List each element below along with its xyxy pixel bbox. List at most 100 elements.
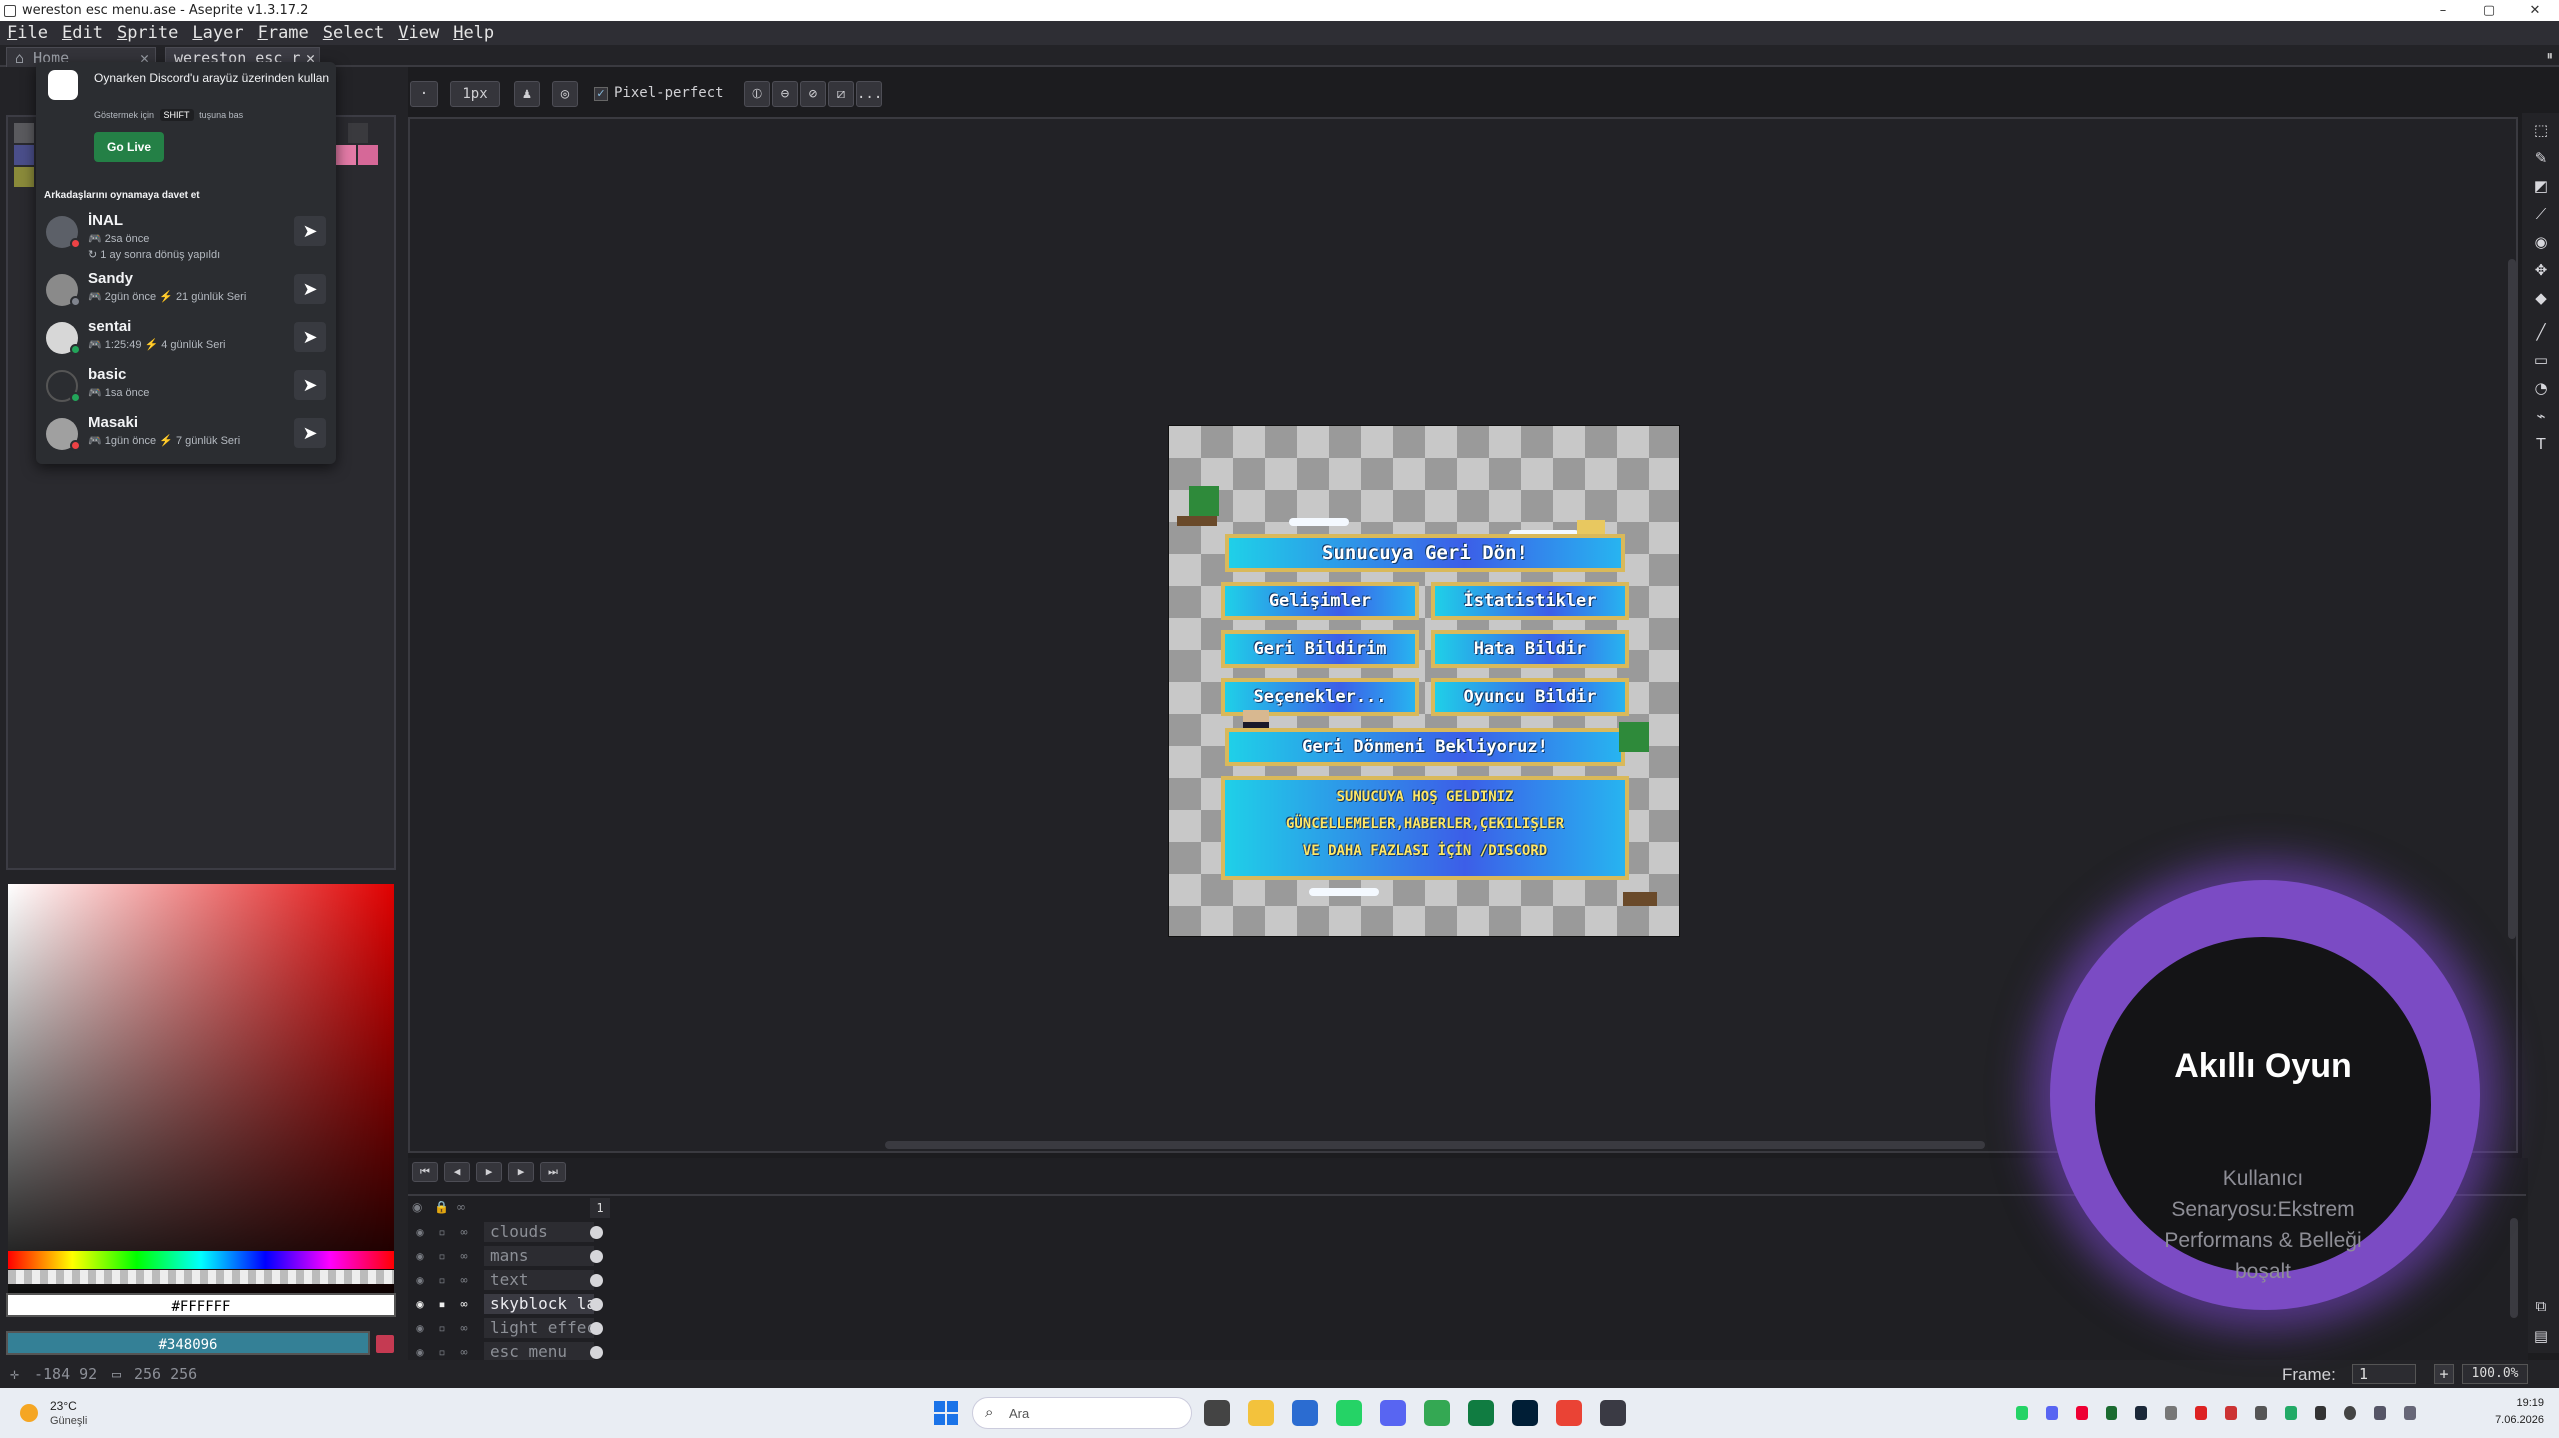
- first-frame-button[interactable]: ⏮: [412, 1162, 438, 1182]
- hue-slider[interactable]: [8, 1251, 394, 1269]
- tray-app-icon[interactable]: [2344, 1406, 2357, 1420]
- continuous-icon[interactable]: ∞: [456, 1224, 472, 1240]
- windows-start-icon[interactable]: [934, 1401, 958, 1425]
- symmetry-horizontal-icon[interactable]: ⊖: [772, 81, 798, 107]
- cel-dot[interactable]: [590, 1250, 603, 1263]
- continuous-icon[interactable]: ∞: [456, 1272, 472, 1288]
- lock-icon[interactable]: ▫: [434, 1224, 450, 1240]
- ink-icon[interactable]: ♟: [514, 81, 540, 107]
- eye-icon[interactable]: ◉: [412, 1200, 422, 1214]
- symmetry-vertical-icon[interactable]: ⦶: [744, 81, 770, 107]
- zoom-tool-icon[interactable]: ◉: [2528, 229, 2554, 255]
- palette-swatch[interactable]: [348, 123, 368, 143]
- file-explorer-icon[interactable]: [1248, 1400, 1274, 1426]
- tray-app-icon[interactable]: [2075, 1406, 2088, 1420]
- discord-icon[interactable]: [1380, 1400, 1406, 1426]
- fill-tool-icon[interactable]: ◆: [2528, 285, 2554, 311]
- task-view-icon[interactable]: [1204, 1400, 1230, 1426]
- horizontal-scrollbar[interactable]: [885, 1141, 1985, 1149]
- friend-row[interactable]: Sandy 🎮 2gün önce ⚡ 21 günlük Seri ➤: [42, 266, 330, 310]
- add-frame-icon[interactable]: +: [2434, 1364, 2454, 1384]
- eye-icon[interactable]: ◉: [412, 1248, 428, 1264]
- more-options-button[interactable]: ...: [856, 81, 882, 107]
- cel-dot[interactable]: [590, 1322, 603, 1335]
- lock-icon[interactable]: ▫: [434, 1344, 450, 1360]
- aseprite-taskbar-icon[interactable]: [1600, 1400, 1626, 1426]
- lock-icon[interactable]: ▫: [434, 1320, 450, 1336]
- brush-type-dot-icon[interactable]: ·: [410, 81, 438, 107]
- frame-input[interactable]: 1: [2352, 1364, 2416, 1384]
- timeline-scrollbar[interactable]: [2510, 1218, 2518, 1318]
- invite-arrow-icon[interactable]: ➤: [294, 322, 326, 352]
- clock-date[interactable]: 7.06.2026: [2488, 1414, 2544, 1426]
- maximize-button[interactable]: ▢: [2466, 0, 2512, 21]
- taskbar-search-box[interactable]: ⌕ Ara: [972, 1397, 1192, 1429]
- lock-icon[interactable]: 🔒: [434, 1200, 449, 1214]
- pixel-perfect-checkbox[interactable]: ✓: [594, 87, 608, 101]
- tray-nvidia-icon[interactable]: [2105, 1406, 2118, 1420]
- prev-frame-button[interactable]: ◀: [444, 1162, 470, 1182]
- lock-icon[interactable]: ▫: [434, 1272, 450, 1288]
- tray-discord-icon[interactable]: [2045, 1406, 2058, 1420]
- close-button[interactable]: ✕: [2512, 0, 2558, 21]
- eraser-tool-icon[interactable]: ◩: [2528, 173, 2554, 199]
- calendar-app-icon[interactable]: [1292, 1400, 1318, 1426]
- friend-row[interactable]: sentai 🎮 1:25:49 ⚡ 4 günlük Seri ➤: [42, 314, 330, 358]
- layer-row[interactable]: ◉ ▫ ∞ mans: [408, 1244, 608, 1268]
- play-button[interactable]: ▶: [476, 1162, 502, 1182]
- tray-app-icon[interactable]: [2314, 1406, 2327, 1420]
- photoshop-icon[interactable]: [1512, 1400, 1538, 1426]
- palette-swatch[interactable]: [14, 123, 34, 143]
- sprite-canvas[interactable]: Sunucuya Geri Dön! Gelişimler İstatistik…: [1168, 425, 1680, 937]
- layer-row[interactable]: ◉ ▫ ∞ text: [408, 1268, 608, 1292]
- palette-swatch[interactable]: [14, 145, 34, 165]
- line-tool-icon[interactable]: ╱: [2528, 319, 2554, 345]
- menu-layer[interactable]: Layer: [185, 23, 250, 43]
- chrome-icon[interactable]: [1424, 1400, 1450, 1426]
- pencil-tool-icon[interactable]: ✎: [2528, 145, 2554, 171]
- continuous-icon[interactable]: ∞: [456, 1200, 466, 1214]
- volume-icon[interactable]: [2404, 1406, 2417, 1420]
- continuous-icon[interactable]: ∞: [456, 1344, 472, 1360]
- symmetry-diagonal-icon[interactable]: ⧄: [828, 81, 854, 107]
- frame-header[interactable]: 1: [590, 1198, 610, 1218]
- tray-app-icon[interactable]: [2284, 1406, 2297, 1420]
- menu-help[interactable]: Help: [446, 23, 501, 43]
- last-frame-button[interactable]: ⏭: [540, 1162, 566, 1182]
- friend-row[interactable]: Masaki 🎮 1gün önce ⚡ 7 günlük Seri ➤: [42, 410, 330, 454]
- cel-dot[interactable]: [590, 1346, 603, 1359]
- tray-vpn-icon[interactable]: [2225, 1406, 2237, 1420]
- tray-app-icon[interactable]: [2254, 1406, 2267, 1420]
- cel-dot[interactable]: [590, 1298, 603, 1311]
- continuous-icon[interactable]: ∞: [456, 1248, 472, 1264]
- eye-icon[interactable]: ◉: [412, 1344, 428, 1360]
- foreground-color[interactable]: #FFFFFF: [6, 1293, 396, 1317]
- opacity-icon[interactable]: ◎: [552, 81, 578, 107]
- background-color[interactable]: #348096: [6, 1331, 370, 1355]
- palette-swatch[interactable]: [14, 167, 34, 187]
- sun-icon[interactable]: [20, 1404, 38, 1422]
- tab-overflow-icon[interactable]: ⏸: [2547, 49, 2554, 64]
- menu-frame[interactable]: Frame: [251, 23, 316, 43]
- lock-icon[interactable]: ▪: [434, 1296, 450, 1312]
- layer-row[interactable]: ◉ ▫ ∞ light effect: [408, 1316, 608, 1340]
- cel-dot[interactable]: [590, 1274, 603, 1287]
- eye-icon[interactable]: ◉: [412, 1272, 428, 1288]
- eye-icon[interactable]: ◉: [412, 1296, 428, 1312]
- eye-icon[interactable]: ◉: [412, 1224, 428, 1240]
- rectangle-tool-icon[interactable]: ▭: [2528, 347, 2554, 373]
- lock-icon[interactable]: ▫: [434, 1248, 450, 1264]
- go-live-button[interactable]: Go Live: [94, 132, 164, 162]
- preview-icon[interactable]: ⧉: [2528, 1293, 2554, 1319]
- blur-tool-icon[interactable]: ⌁: [2528, 403, 2554, 429]
- vertical-scrollbar[interactable]: [2508, 259, 2516, 939]
- marquee-tool-icon[interactable]: ⬚: [2528, 117, 2554, 143]
- menu-file[interactable]: File: [0, 23, 55, 43]
- contour-tool-icon[interactable]: ◔: [2528, 375, 2554, 401]
- tray-app-icon[interactable]: [2165, 1406, 2178, 1420]
- brush-size-field[interactable]: 1px: [450, 81, 500, 107]
- zoom-field[interactable]: 100.0%: [2462, 1364, 2528, 1384]
- friend-row[interactable]: basic 🎮 1sa önce ➤: [42, 362, 330, 406]
- friend-row[interactable]: İNAL 🎮 2sa önce ↻ 1 ay sonra dönüş yapıl…: [42, 208, 330, 261]
- gaming-app-icon[interactable]: [1468, 1400, 1494, 1426]
